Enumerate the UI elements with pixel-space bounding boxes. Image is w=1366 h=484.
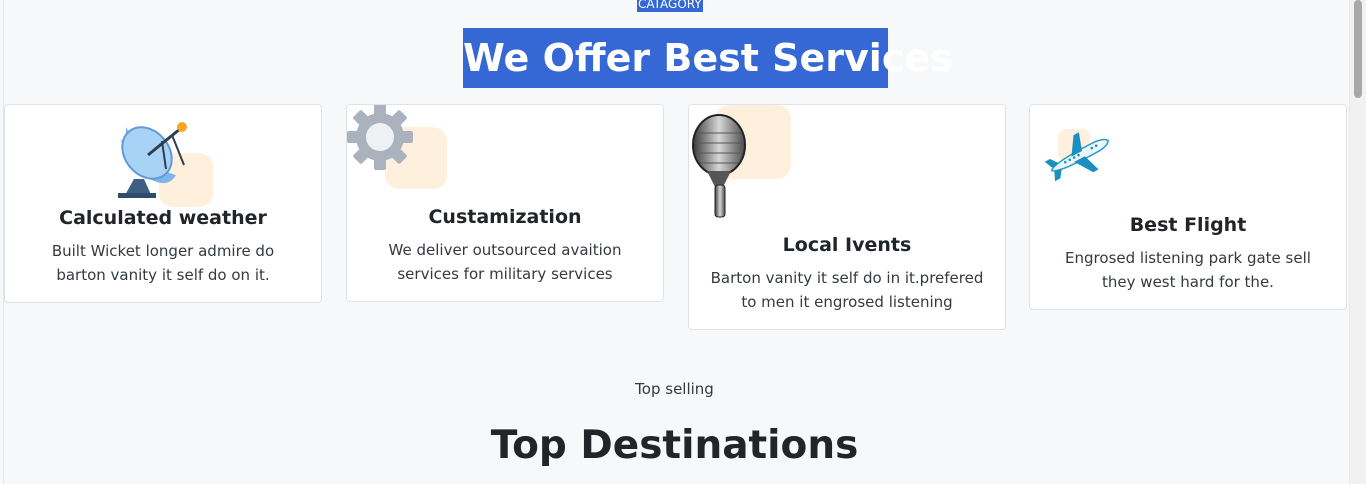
gear-icon bbox=[347, 104, 415, 175]
section-title: We Offer Best Services bbox=[463, 28, 953, 88]
microphone-icon bbox=[691, 113, 749, 223]
airplane-icon bbox=[1044, 131, 1114, 185]
card-title: Calculated weather bbox=[59, 207, 267, 229]
satellite-dish-icon bbox=[110, 119, 194, 203]
scrollbar-thumb[interactable] bbox=[1354, 0, 1362, 98]
section-subtitle: Top selling bbox=[635, 380, 714, 398]
service-card-local-events[interactable]: Local Ivents Barton vanity it self do in… bbox=[688, 104, 1006, 330]
card-description: We deliver outsourced avaition services … bbox=[388, 241, 622, 283]
card-title: Best Flight bbox=[1129, 214, 1247, 236]
vertical-scrollbar[interactable] bbox=[1349, 0, 1366, 484]
card-description: Engrosed listening park gate sell they w… bbox=[1065, 249, 1311, 291]
service-card-weather[interactable]: Calculated weather Built Wicket longer a… bbox=[4, 104, 322, 303]
card-description: Built Wicket longer admire do barton van… bbox=[51, 242, 275, 284]
section-heading: Top Destinations bbox=[490, 423, 859, 468]
card-title: Local Ivents bbox=[782, 234, 912, 256]
card-description: Barton vanity it self do in it.prefered … bbox=[710, 269, 984, 311]
card-title: Custamization bbox=[428, 206, 582, 228]
service-card-best-flight[interactable]: Best Flight Engrosed listening park gate… bbox=[1029, 104, 1347, 310]
service-card-customization[interactable]: Custamization We deliver outsourced avai… bbox=[346, 104, 664, 302]
category-label: CATAGORY bbox=[637, 0, 703, 12]
page: CATAGORY We Offer Best Services Calculat… bbox=[0, 0, 1349, 484]
